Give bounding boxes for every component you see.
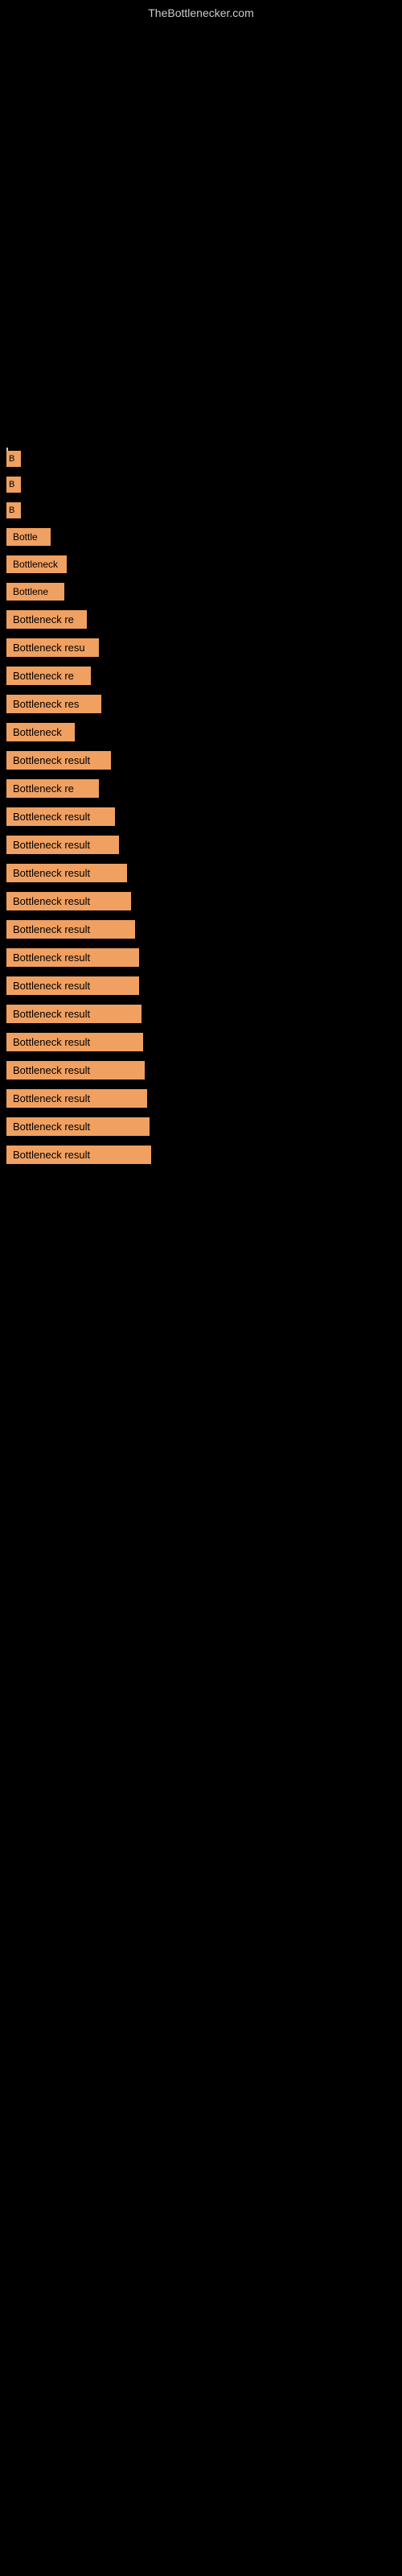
bottleneck-result-label: Bottleneck result: [6, 836, 119, 854]
list-item[interactable]: B: [0, 502, 402, 518]
list-item[interactable]: Bottleneck result: [0, 864, 402, 882]
bottleneck-result-label: B: [6, 477, 21, 493]
list-item[interactable]: Bottleneck result: [0, 751, 402, 770]
bottleneck-result-label: B: [6, 502, 21, 518]
list-item[interactable]: Bottleneck result: [0, 1146, 402, 1164]
list-item[interactable]: Bottlene: [0, 583, 402, 601]
bottleneck-result-label: Bottleneck re: [6, 610, 87, 629]
bottleneck-result-label: Bottleneck result: [6, 976, 139, 995]
bottleneck-result-label: Bottleneck result: [6, 1061, 145, 1080]
list-item[interactable]: Bottleneck result: [0, 1061, 402, 1080]
bottleneck-list: BBBBottleBottleneckBottleneBottleneck re…: [0, 451, 402, 1174]
list-item[interactable]: Bottleneck re: [0, 779, 402, 798]
list-item[interactable]: Bottleneck re: [0, 667, 402, 685]
list-item[interactable]: Bottleneck: [0, 723, 402, 741]
bottleneck-result-label: Bottleneck result: [6, 892, 131, 910]
bottleneck-result-label: Bottle: [6, 528, 51, 546]
list-item[interactable]: Bottleneck re: [0, 610, 402, 629]
bottleneck-result-label: B: [6, 451, 21, 467]
bottleneck-result-label: Bottleneck result: [6, 1117, 150, 1136]
bottleneck-result-label: Bottleneck result: [6, 1146, 151, 1164]
bottleneck-result-label: Bottleneck result: [6, 807, 115, 826]
bottleneck-result-label: Bottlene: [6, 583, 64, 601]
list-item[interactable]: Bottle: [0, 528, 402, 546]
list-item[interactable]: Bottleneck result: [0, 807, 402, 826]
bottleneck-result-label: Bottleneck result: [6, 948, 139, 967]
bottleneck-result-label: Bottleneck res: [6, 695, 101, 713]
bottleneck-result-label: Bottleneck result: [6, 1033, 143, 1051]
list-item[interactable]: Bottleneck: [0, 555, 402, 573]
bottleneck-result-label: Bottleneck resu: [6, 638, 99, 657]
bottleneck-result-label: Bottleneck result: [6, 1005, 142, 1023]
list-item[interactable]: Bottleneck result: [0, 948, 402, 967]
bottleneck-result-label: Bottleneck: [6, 555, 67, 573]
site-title: TheBottlenecker.com: [0, 0, 402, 19]
list-item[interactable]: Bottleneck result: [0, 1005, 402, 1023]
list-item[interactable]: Bottleneck result: [0, 1117, 402, 1136]
bottleneck-result-label: Bottleneck result: [6, 751, 111, 770]
list-item[interactable]: Bottleneck res: [0, 695, 402, 713]
list-item[interactable]: Bottleneck resu: [0, 638, 402, 657]
bottleneck-result-label: Bottleneck result: [6, 920, 135, 939]
list-item[interactable]: B: [0, 477, 402, 493]
list-item[interactable]: Bottleneck result: [0, 1089, 402, 1108]
bottleneck-result-label: Bottleneck result: [6, 1089, 147, 1108]
list-item[interactable]: Bottleneck result: [0, 920, 402, 939]
list-item[interactable]: Bottleneck result: [0, 976, 402, 995]
bottleneck-result-label: Bottleneck result: [6, 864, 127, 882]
list-item[interactable]: Bottleneck result: [0, 892, 402, 910]
bottleneck-result-label: Bottleneck re: [6, 667, 91, 685]
list-item[interactable]: Bottleneck result: [0, 836, 402, 854]
list-item[interactable]: B: [0, 451, 402, 467]
list-item[interactable]: Bottleneck result: [0, 1033, 402, 1051]
bottleneck-result-label: Bottleneck re: [6, 779, 99, 798]
bottleneck-result-label: Bottleneck: [6, 723, 75, 741]
